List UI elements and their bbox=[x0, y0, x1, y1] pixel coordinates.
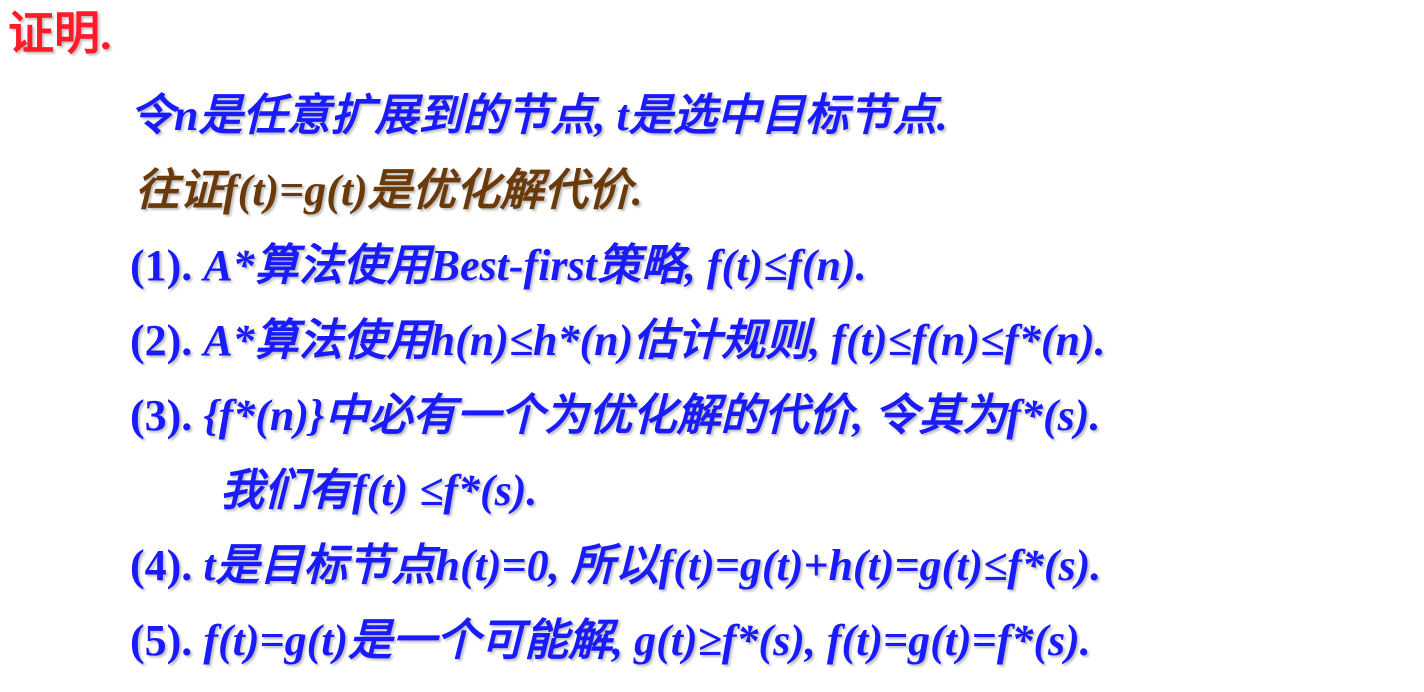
proof-step-5: (5). f(t)=g(t)是一个可能解, g(t)≥f*(s), f(t)=g… bbox=[130, 613, 1091, 669]
proof-setup-line: 令n是任意扩展到的节点, t是选中目标节点. bbox=[130, 91, 948, 140]
step-number: (1). bbox=[130, 241, 193, 290]
step-number: (3). bbox=[130, 391, 193, 440]
slide-title: 证明. bbox=[8, 8, 112, 59]
step-number: (4). bbox=[130, 541, 193, 590]
proof-goal-line: 往证f(t)=g(t)是优化解代价. bbox=[135, 166, 643, 215]
step-text: {f*(n)}中必有一个为优化解的代价, 令其为f*(s). bbox=[203, 391, 1101, 440]
proof-step-2: (2). A*算法使用h(n)≤h*(n)估计规则, f(t)≤f(n)≤f*(… bbox=[130, 313, 1106, 369]
step-number: (5). bbox=[130, 616, 193, 665]
proof-step-3-continued: 我们有f(t) ≤f*(s). bbox=[220, 466, 538, 515]
proof-step-4: (4). t是目标节点h(t)=0, 所以f(t)=g(t)+h(t)=g(t)… bbox=[130, 538, 1101, 594]
step-text: A*算法使用h(n)≤h*(n)估计规则, f(t)≤f(n)≤f*(n). bbox=[203, 316, 1106, 365]
proof-step-1: (1). A*算法使用Best-first策略, f(t)≤f(n). bbox=[130, 238, 867, 294]
step-text: f(t)=g(t)是一个可能解, g(t)≥f*(s), f(t)=g(t)=f… bbox=[203, 616, 1091, 665]
step-number: (2). bbox=[130, 316, 193, 365]
step-text: A*算法使用Best-first策略, f(t)≤f(n). bbox=[203, 241, 867, 290]
step-text: t是目标节点h(t)=0, 所以f(t)=g(t)+h(t)=g(t)≤f*(s… bbox=[203, 541, 1102, 590]
proof-step-3: (3). {f*(n)}中必有一个为优化解的代价, 令其为f*(s). bbox=[130, 388, 1100, 444]
